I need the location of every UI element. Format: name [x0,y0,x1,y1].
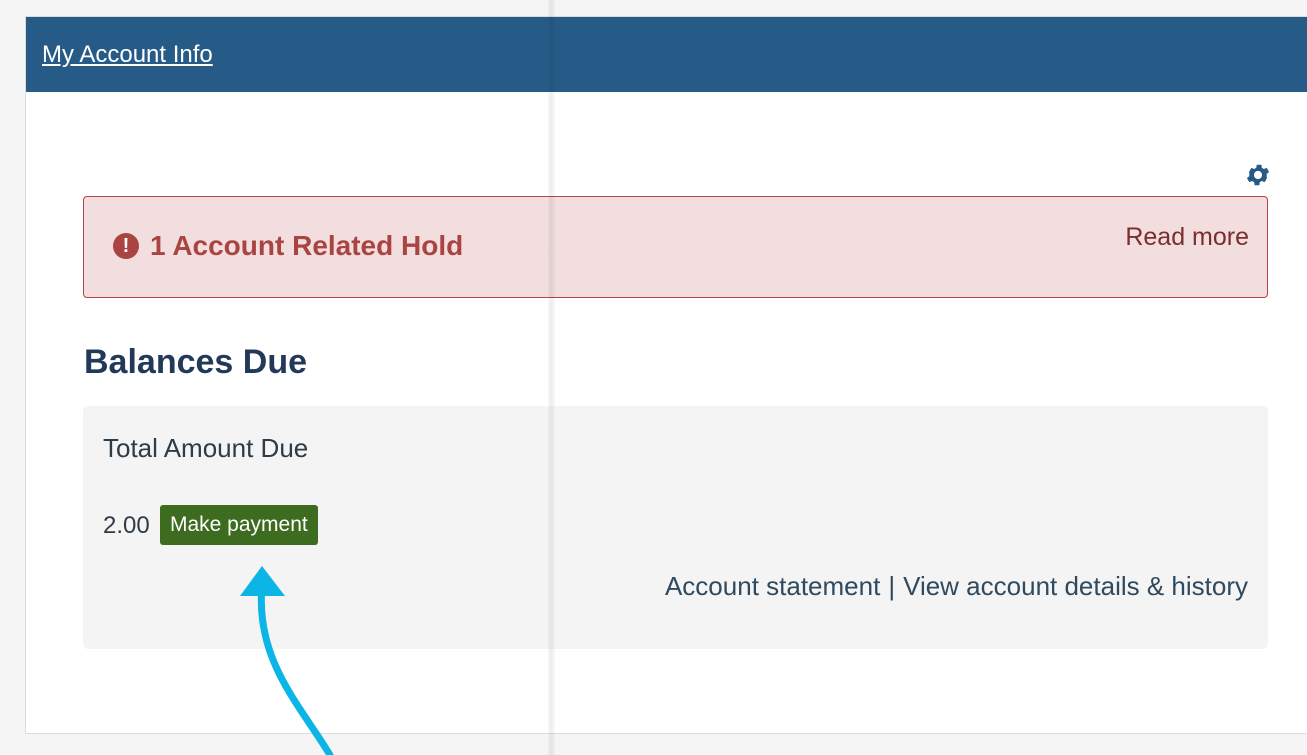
account-statement-link[interactable]: Account statement [665,571,880,601]
read-more-link[interactable]: Read more [1125,223,1249,252]
balances-box: Total Amount Due 2.00 Make payment Accou… [83,406,1268,649]
gear-icon[interactable] [1244,161,1272,189]
alert-title: 1 Account Related Hold [150,230,464,261]
total-amount-label: Total Amount Due [103,433,309,463]
make-payment-button[interactable]: Make payment [160,505,318,545]
panel-header: My Account Info [26,17,1307,92]
exclamation-circle-icon: ! [113,233,139,259]
account-info-panel: My Account Info ! 1 Account Related Hold… [25,16,1307,734]
account-links: Account statement | View account details &… [665,571,1248,602]
hold-alert: ! 1 Account Related Hold Read more [83,196,1268,298]
amount-due-value: 2.00 [103,512,150,539]
balances-heading: Balances Due [84,343,307,381]
panel-title-link[interactable]: My Account Info [42,41,213,69]
account-details-link[interactable]: View account details & history [903,571,1248,601]
link-separator: | [888,571,896,601]
